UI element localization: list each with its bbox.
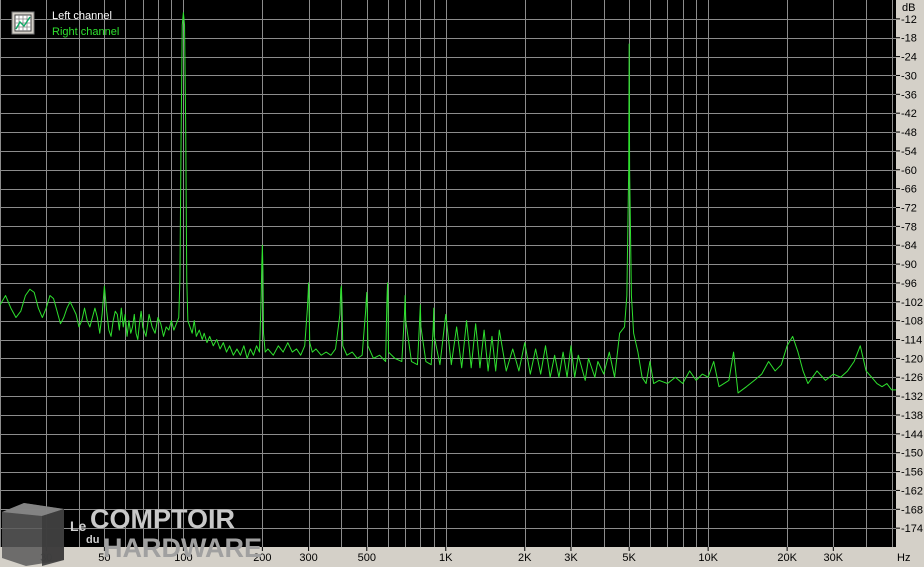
x-tick-label: 500: [358, 552, 376, 564]
y-tick-label: -156: [901, 467, 923, 479]
plot-area: [0, 0, 896, 547]
y-tick-label: -162: [901, 485, 923, 497]
y-tick-label: -54: [901, 146, 917, 158]
y-tick-label: -66: [901, 184, 917, 196]
x-tick-label: 20K: [777, 552, 797, 564]
y-tick-label: -90: [901, 259, 917, 271]
x-tick-label: 300: [299, 552, 317, 564]
svg-text:Le: Le: [70, 518, 87, 534]
y-tick-label: -174: [901, 523, 923, 535]
y-tick-label: -126: [901, 372, 923, 384]
legend-right-channel: Right channel: [52, 26, 119, 38]
y-tick-label: -36: [901, 89, 917, 101]
y-tick-label: -18: [901, 33, 917, 45]
y-tick-label: -168: [901, 504, 923, 516]
y-tick-label: -42: [901, 108, 917, 120]
x-tick-label: 1K: [439, 552, 453, 564]
x-tick-label: 30K: [824, 552, 844, 564]
y-tick-label: -96: [901, 278, 917, 290]
comptoir-hardware-logo: Le du COMPTOIR HARDWARE: [2, 503, 262, 566]
y-tick-label: -60: [901, 165, 917, 177]
y-unit-label: dB: [902, 2, 915, 14]
x-unit-label: Hz: [897, 552, 910, 564]
x-tick-label: 3K: [564, 552, 578, 564]
legend-left-channel: Left channel: [52, 10, 112, 22]
y-tick-label: -132: [901, 391, 923, 403]
y-tick-label: -102: [901, 297, 923, 309]
y-tick-label: -84: [901, 240, 917, 252]
x-tick-label: 10K: [698, 552, 718, 564]
svg-text:COMPTOIR: COMPTOIR: [90, 504, 235, 534]
y-tick-label: -120: [901, 353, 923, 365]
y-tick-label: -150: [901, 448, 923, 460]
svg-text:HARDWARE: HARDWARE: [103, 533, 262, 563]
x-tick-label: 5K: [622, 552, 636, 564]
y-tick-label: -30: [901, 70, 917, 82]
svg-text:du: du: [86, 534, 99, 546]
y-tick-label: -24: [901, 52, 917, 64]
y-tick-label: -144: [901, 429, 923, 441]
chart-icon: [14, 14, 32, 32]
y-tick-label: -48: [901, 127, 917, 139]
y-tick-label: -114: [901, 335, 922, 347]
x-tick-label: 2K: [518, 552, 532, 564]
y-tick-label: -78: [901, 221, 917, 233]
y-tick-label: -108: [901, 316, 923, 328]
y-tick-label: -72: [901, 202, 917, 214]
spectrum-chart: -12 -18 -24 -30 -36 -42 -48 -54 -60 -66 -72 -78 -84 -…: [0, 0, 924, 567]
y-tick-label: -138: [901, 410, 923, 422]
y-tick-label: -12: [901, 14, 917, 26]
